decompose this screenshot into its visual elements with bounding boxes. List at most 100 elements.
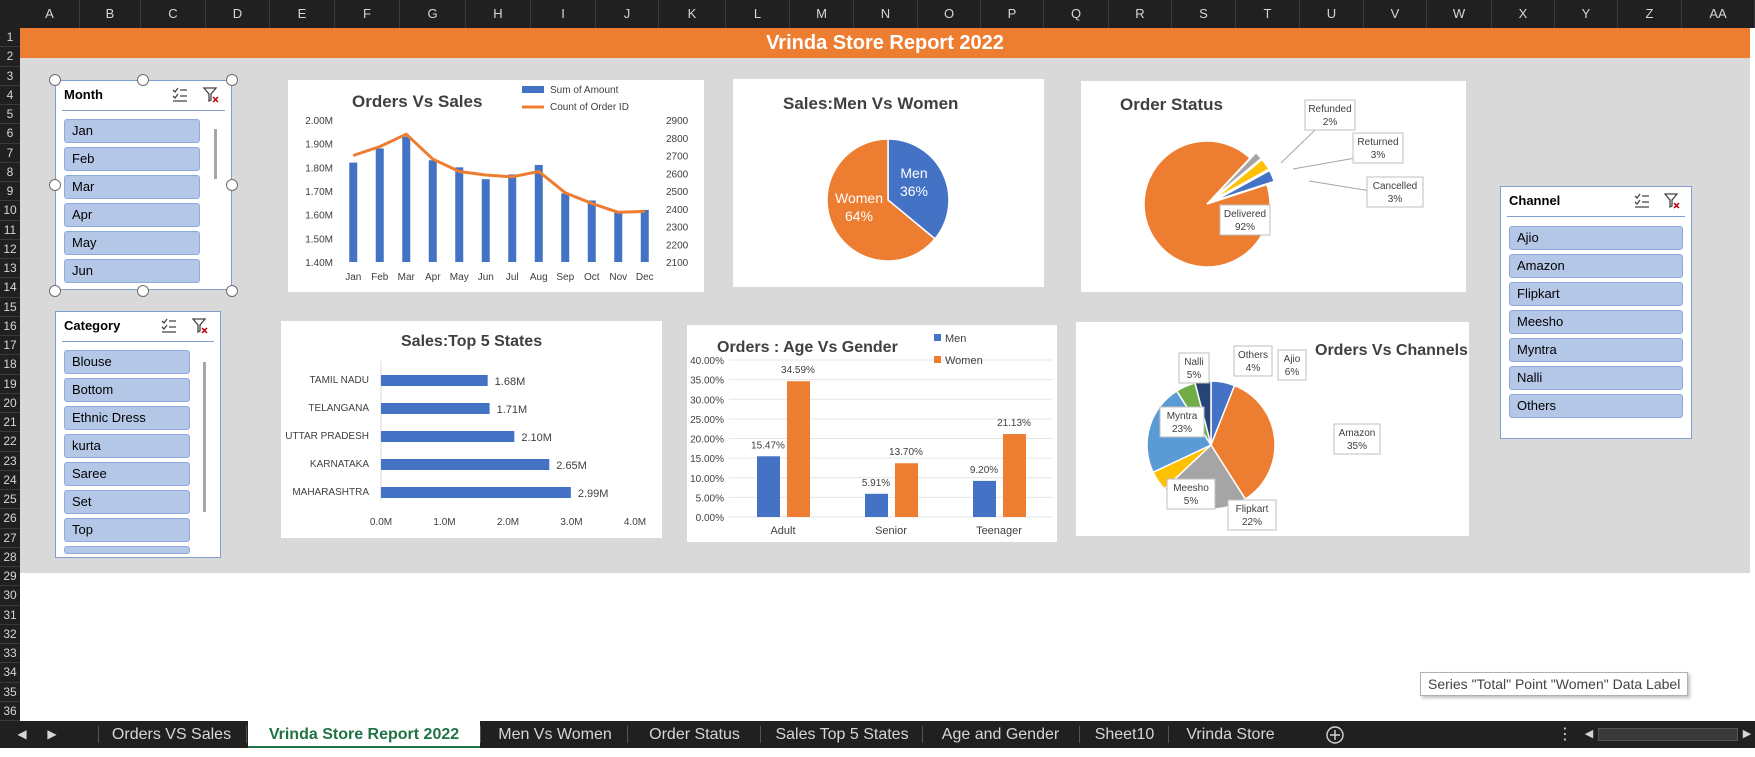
sheet-tab-age-and-gender[interactable]: Age and Gender	[924, 721, 1077, 748]
resize-handle[interactable]	[226, 74, 238, 86]
column-header[interactable]: M	[790, 0, 854, 28]
month-slicer[interactable]: Month Jan Feb Mar Apr May Jun	[55, 80, 232, 290]
orders-vs-channels-chart[interactable]: Orders Vs Channels Ajio 6% Amazon 35% Flipkar…	[1076, 322, 1469, 536]
men-vs-women-chart[interactable]: Sales:Men Vs Women Men 36% Women 64%	[733, 79, 1044, 287]
channel-item-nalli[interactable]: Nalli	[1509, 366, 1683, 390]
channel-item-ajio[interactable]: Ajio	[1509, 226, 1683, 250]
row-header[interactable]: 8	[0, 163, 20, 182]
row-header[interactable]: 13	[0, 259, 20, 279]
column-header[interactable]: B	[80, 0, 141, 28]
channel-item-others[interactable]: Others	[1509, 394, 1683, 418]
horizontal-scrollbar[interactable]	[1598, 728, 1738, 741]
column-header[interactable]: S	[1172, 0, 1236, 28]
slicer-scrollbar[interactable]	[203, 362, 206, 512]
row-header[interactable]: 5	[0, 105, 20, 125]
column-header[interactable]: T	[1236, 0, 1300, 28]
bar[interactable]	[375, 148, 384, 262]
column-header[interactable]: D	[206, 0, 270, 28]
bar[interactable]	[455, 167, 464, 262]
channel-item-flipkart[interactable]: Flipkart	[1509, 282, 1683, 306]
column-header[interactable]: G	[400, 0, 466, 28]
row-header[interactable]: 10	[0, 201, 20, 221]
series-line[interactable]	[352, 132, 645, 214]
bar[interactable]	[561, 193, 570, 262]
bar[interactable]	[481, 179, 490, 262]
row-header[interactable]: 24	[0, 471, 20, 490]
column-header[interactable]: A	[20, 0, 80, 28]
bar-men[interactable]	[865, 493, 888, 517]
month-item-jan[interactable]: Jan	[64, 119, 200, 143]
column-header[interactable]: X	[1492, 0, 1555, 28]
row-header[interactable]: 27	[0, 529, 20, 548]
row-header[interactable]: 33	[0, 644, 20, 664]
column-header[interactable]: R	[1109, 0, 1172, 28]
column-header[interactable]: L	[726, 0, 790, 28]
scroll-left-icon[interactable]: ◀	[1582, 721, 1596, 748]
category-item-western-dress[interactable]: Western Dress	[64, 546, 190, 554]
row-header[interactable]: 32	[0, 625, 20, 644]
resize-handle[interactable]	[137, 74, 149, 86]
column-header[interactable]: Z	[1618, 0, 1682, 28]
column-header[interactable]: U	[1300, 0, 1364, 28]
row-header[interactable]: 17	[0, 336, 20, 356]
row-header[interactable]: 19	[0, 375, 20, 394]
bar-men[interactable]	[757, 456, 780, 517]
row-header[interactable]: 26	[0, 509, 20, 529]
row-header[interactable]: 22	[0, 432, 20, 452]
bar-men[interactable]	[973, 480, 996, 517]
bar[interactable]	[640, 209, 649, 262]
month-item-apr[interactable]: Apr	[64, 203, 200, 227]
sheet-tab-sheet10[interactable]: Sheet10	[1081, 721, 1168, 748]
channel-slicer[interactable]: Channel Ajio Amazon Flipkart Meesho Myntra Na…	[1500, 186, 1692, 439]
row-header[interactable]: 34	[0, 663, 20, 683]
row-header[interactable]: 29	[0, 567, 20, 587]
tab-next-icon[interactable]: ▶	[44, 721, 60, 748]
category-item-bottom[interactable]: Bottom	[64, 378, 190, 402]
category-item-top[interactable]: Top	[64, 518, 190, 542]
resize-handle[interactable]	[49, 74, 61, 86]
sheet-tab-order-status[interactable]: Order Status	[629, 721, 760, 748]
bar[interactable]	[508, 174, 517, 262]
multi-select-icon[interactable]	[160, 317, 178, 335]
row-header[interactable]: 18	[0, 355, 20, 375]
column-header[interactable]: E	[270, 0, 335, 28]
column-header[interactable]: P	[981, 0, 1044, 28]
sheet-tab-vrinda-store-report-2022[interactable]: Vrinda Store Report 2022	[248, 721, 480, 748]
row-header[interactable]: 21	[0, 413, 20, 433]
clear-filter-icon[interactable]	[191, 317, 209, 335]
bar[interactable]	[381, 487, 571, 498]
multi-select-icon[interactable]	[171, 86, 189, 104]
category-item-blouse[interactable]: Blouse	[64, 350, 190, 374]
clear-filter-icon[interactable]	[202, 86, 220, 104]
row-header[interactable]: 23	[0, 452, 20, 471]
month-item-may[interactable]: May	[64, 231, 200, 255]
bar[interactable]	[402, 136, 411, 262]
add-sheet-icon[interactable]	[1324, 721, 1346, 748]
age-vs-gender-chart[interactable]: Orders : Age Vs Gender 40.00% 35.00% 30.00%…	[687, 325, 1057, 542]
resize-handle[interactable]	[226, 285, 238, 297]
column-header[interactable]: O	[918, 0, 981, 28]
column-header[interactable]: H	[466, 0, 531, 28]
column-header[interactable]: C	[141, 0, 206, 28]
bar-women[interactable]	[1003, 434, 1026, 517]
column-header[interactable]: I	[531, 0, 596, 28]
bar[interactable]	[614, 212, 623, 262]
multi-select-icon[interactable]	[1633, 192, 1651, 210]
sheet-tab-orders-vs-sales[interactable]: Orders VS Sales	[100, 721, 243, 748]
category-slicer[interactable]: Category Blouse Bottom Ethnic Dress kurta Sa…	[55, 311, 221, 558]
sheet-tab-sales-top-5-states[interactable]: Sales Top 5 States	[762, 721, 922, 748]
bar[interactable]	[587, 200, 596, 262]
column-header[interactable]: F	[335, 0, 400, 28]
channel-item-meesho[interactable]: Meesho	[1509, 310, 1683, 334]
column-header[interactable]: W	[1427, 0, 1492, 28]
tab-prev-icon[interactable]: ◀	[14, 721, 30, 748]
category-item-set[interactable]: Set	[64, 490, 190, 514]
sheet-tab-men-vs-women[interactable]: Men Vs Women	[482, 721, 628, 748]
row-header[interactable]: 3	[0, 67, 20, 86]
row-header[interactable]: 2	[0, 47, 20, 67]
bar[interactable]	[428, 160, 437, 262]
order-status-chart[interactable]: Order Status Delivered 92% Refunded 2% Return…	[1081, 81, 1466, 292]
column-header[interactable]: Q	[1044, 0, 1109, 28]
sheet-tab-vrinda-store[interactable]: Vrinda Store	[1170, 721, 1291, 748]
column-header[interactable]: V	[1364, 0, 1427, 28]
